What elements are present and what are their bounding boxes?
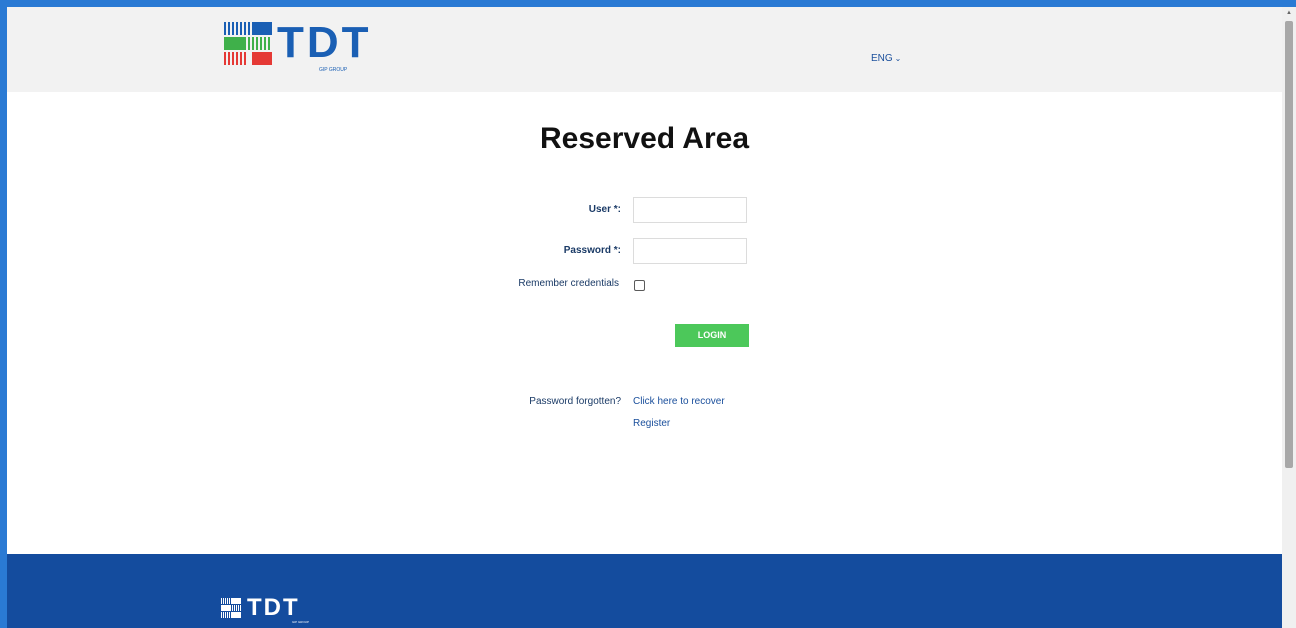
site-header: TDT GIP GROUP ENG ⌄ [7, 7, 1282, 92]
site-footer: TDT GIP GROUP [7, 554, 1282, 628]
user-label: User *: [588, 204, 621, 215]
tdt-logo-icon[interactable] [221, 598, 243, 620]
remember-checkbox[interactable] [634, 280, 645, 291]
page-title: Reserved Area [539, 122, 750, 155]
vertical-scrollbar[interactable]: ▲ [1282, 7, 1296, 628]
browser-frame: TDT GIP GROUP ENG ⌄ Reserved Area User *:… [7, 7, 1296, 628]
remember-label: Remember credentials [518, 278, 619, 289]
scroll-up-icon[interactable]: ▲ [1286, 10, 1292, 16]
register-link[interactable]: Register [633, 418, 670, 429]
login-button[interactable]: LOGIN [675, 324, 749, 347]
recover-password-link[interactable]: Click here to recover [633, 396, 725, 407]
footer-logo-wordmark[interactable]: TDT [247, 596, 300, 620]
password-label: Password *: [563, 245, 621, 256]
password-input[interactable] [633, 238, 747, 264]
language-selector[interactable]: ENG ⌄ [871, 53, 901, 64]
logo-subtitle: GIP GROUP [319, 67, 348, 73]
scrollbar-thumb[interactable] [1285, 21, 1293, 468]
forgot-password-label: Password forgotten? [529, 396, 621, 407]
language-label: ENG [871, 53, 893, 64]
user-input[interactable] [633, 197, 747, 223]
footer-logo-subtitle: GIP GROUP [292, 620, 309, 624]
logo-wordmark[interactable]: TDT [277, 21, 372, 65]
chevron-down-icon: ⌄ [894, 54, 902, 63]
